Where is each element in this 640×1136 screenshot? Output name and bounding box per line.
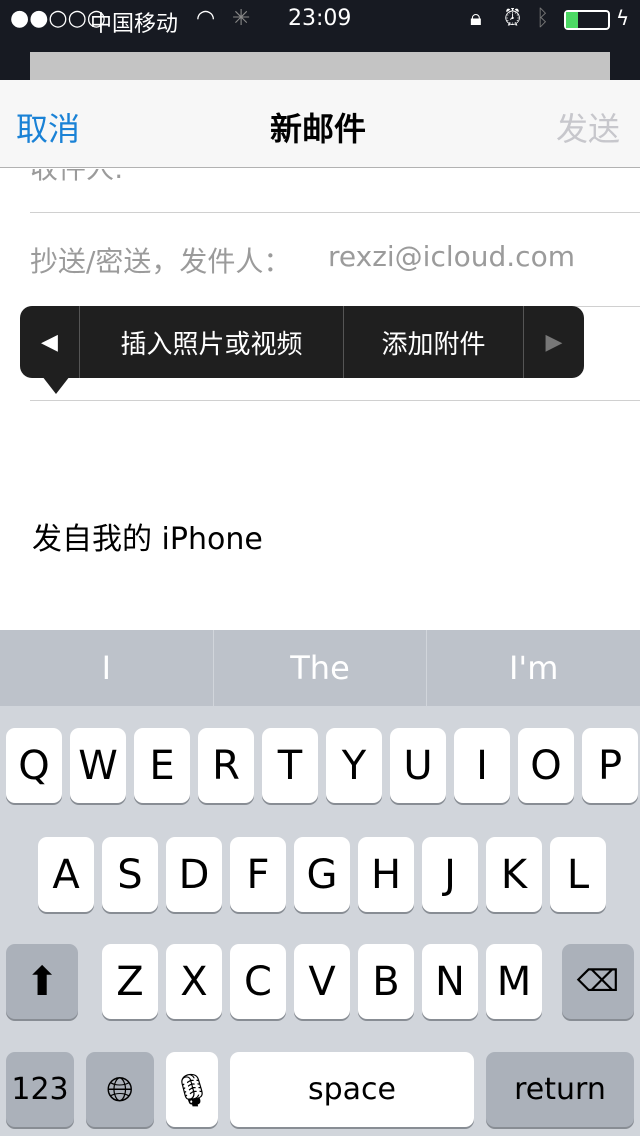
battery-icon (564, 10, 610, 30)
suggestion[interactable]: I'm (427, 630, 640, 706)
key-b[interactable]: B (358, 944, 414, 1019)
shift-key[interactable]: ⬆ (6, 944, 78, 1019)
rotation-lock-icon: 🔒︎ (470, 6, 482, 31)
time: 23:09 (288, 6, 352, 31)
key-z[interactable]: Z (102, 944, 158, 1019)
delete-key[interactable]: ⌫ (562, 944, 634, 1019)
key-x[interactable]: X (166, 944, 222, 1019)
charging-icon: ϟ (616, 6, 630, 30)
key-u[interactable]: U (390, 728, 446, 803)
key-n[interactable]: N (422, 944, 478, 1019)
key-w[interactable]: W (70, 728, 126, 803)
divider (30, 400, 640, 401)
menu-prev-button[interactable]: ◀ (20, 306, 80, 378)
key-i[interactable]: I (454, 728, 510, 803)
menu-next-button[interactable]: ▶ (524, 306, 584, 378)
key-l[interactable]: L (550, 837, 606, 912)
key-q[interactable]: Q (6, 728, 62, 803)
key-j[interactable]: J (422, 837, 478, 912)
key-d[interactable]: D (166, 837, 222, 912)
wifi-icon: ◠ (196, 6, 216, 31)
suggestion[interactable]: The (214, 630, 428, 706)
key-p[interactable]: P (582, 728, 638, 803)
key-k[interactable]: K (486, 837, 542, 912)
key-e[interactable]: E (134, 728, 190, 803)
cc-bcc-from-label[interactable]: 抄送/密送，发件人： (30, 240, 291, 280)
activity-spinner-icon: ✳ (232, 6, 251, 31)
key-m[interactable]: M (486, 944, 542, 1019)
signature[interactable]: 发自我的 iPhone (32, 514, 263, 558)
microphone-icon[interactable]: 🎙︎ (166, 1052, 218, 1127)
insert-photo-video-button[interactable]: 插入照片或视频 (80, 306, 344, 378)
key-g[interactable]: G (294, 837, 350, 912)
suggestion-bar: I The I'm (0, 630, 640, 706)
send-button[interactable]: 发送 (556, 104, 620, 150)
keyboard: I The I'm QWERTYUIOPASDFGHJKLZXCVBNM ⬆ ⌫… (0, 630, 640, 1136)
return-key[interactable]: return (486, 1052, 634, 1127)
from-value[interactable]: rexzi@icloud.com (328, 240, 575, 273)
alarm-icon: ⏰︎ (504, 6, 522, 31)
key-t[interactable]: T (262, 728, 318, 803)
divider (30, 212, 640, 213)
globe-icon[interactable]: 🌐︎ (86, 1052, 154, 1127)
carrier: 中国移动 (90, 12, 179, 37)
bluetooth-icon: ᛒ (536, 6, 550, 31)
key-s[interactable]: S (102, 837, 158, 912)
page-title: 新邮件 (270, 110, 367, 148)
key-v[interactable]: V (294, 944, 350, 1019)
edit-menu: ◀ 插入照片或视频 添加附件 ▶ (20, 306, 584, 378)
cancel-button[interactable]: 取消 (16, 104, 80, 150)
key-a[interactable]: A (38, 837, 94, 912)
key-y[interactable]: Y (326, 728, 382, 803)
menu-pointer (42, 376, 70, 394)
nav-bar: 取消 新邮件 发送 (0, 80, 640, 168)
to-field-clip: 收件人: (0, 169, 640, 181)
key-r[interactable]: R (198, 728, 254, 803)
to-label[interactable]: 收件人: (30, 169, 123, 181)
add-attachment-button[interactable]: 添加附件 (344, 306, 524, 378)
key-f[interactable]: F (230, 837, 286, 912)
space-key[interactable]: space (230, 1052, 474, 1127)
key-h[interactable]: H (358, 837, 414, 912)
numbers-key[interactable]: 123 (6, 1052, 74, 1127)
suggestion[interactable]: I (0, 630, 214, 706)
key-o[interactable]: O (518, 728, 574, 803)
key-c[interactable]: C (230, 944, 286, 1019)
